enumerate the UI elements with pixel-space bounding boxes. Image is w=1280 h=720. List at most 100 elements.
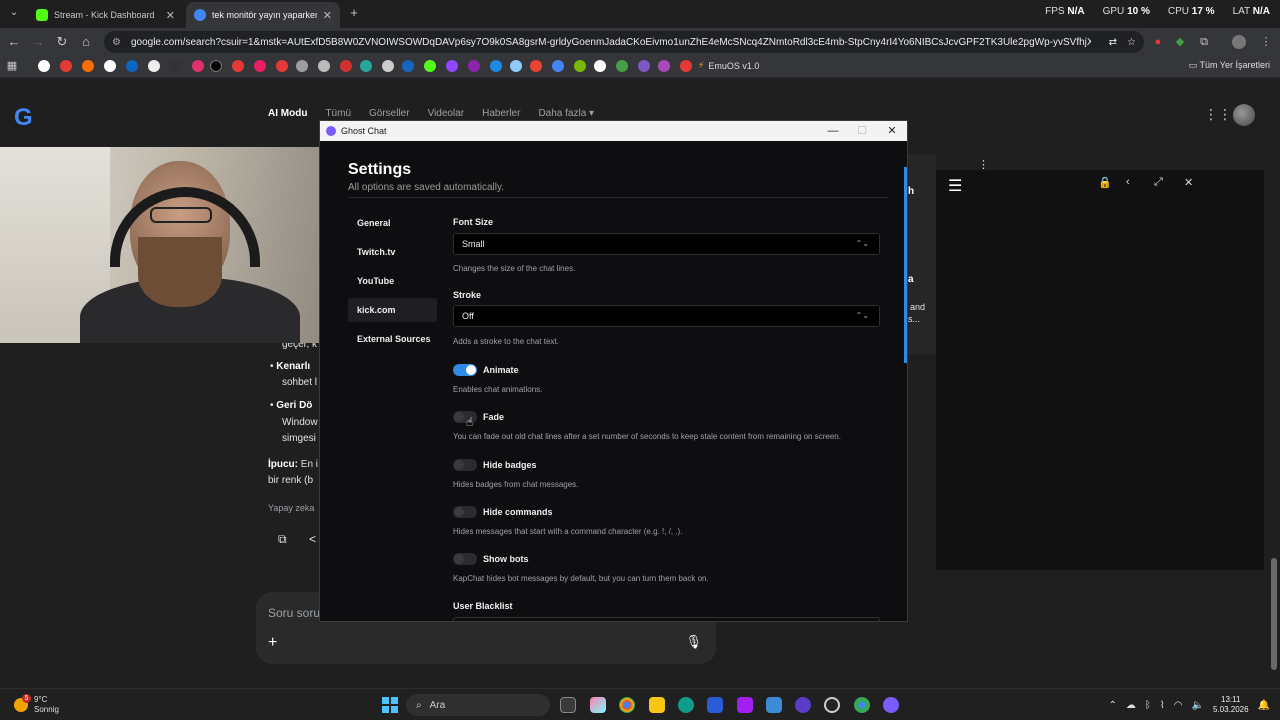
- store-icon[interactable]: [707, 697, 723, 713]
- chevron-up-icon[interactable]: ⌃: [1108, 700, 1116, 711]
- bookmark-y-icon[interactable]: [82, 60, 94, 72]
- bookmark-twitch-icon[interactable]: [446, 60, 458, 72]
- google-apps-icon[interactable]: ⋮⋮: [1204, 106, 1232, 123]
- minimize-icon[interactable]: —: [818, 123, 848, 139]
- bookmark-magenta-icon[interactable]: [658, 60, 670, 72]
- reload-icon[interactable]: ↻: [54, 34, 70, 50]
- bookmark-youtube-icon[interactable]: [60, 60, 72, 72]
- wifi-icon[interactable]: ◠: [1174, 700, 1183, 711]
- add-icon[interactable]: +: [268, 634, 277, 652]
- bookmark-pink-icon[interactable]: [254, 60, 266, 72]
- bookmark-google-2-icon[interactable]: [104, 60, 116, 72]
- bookmark-info-icon[interactable]: [148, 60, 160, 72]
- extension-record-icon[interactable]: ●: [1150, 34, 1166, 50]
- bookmark-kick-icon[interactable]: [424, 60, 436, 72]
- more-menu-icon[interactable]: ⋮: [1258, 34, 1274, 50]
- close-icon[interactable]: ✕: [1184, 176, 1193, 189]
- bookmark-violet-icon[interactable]: [638, 60, 650, 72]
- hide-commands-toggle[interactable]: [453, 506, 477, 518]
- animate-toggle[interactable]: [453, 364, 477, 376]
- bookmark-red-2-icon[interactable]: [276, 60, 288, 72]
- tab-search-icon[interactable]: ⌄: [6, 5, 22, 21]
- bookmark-nvidia-icon[interactable]: [574, 60, 586, 72]
- task-view-icon[interactable]: [560, 697, 576, 713]
- chrome-icon[interactable]: [619, 697, 635, 713]
- bookmark-nhl-icon[interactable]: [402, 60, 414, 72]
- show-bots-toggle[interactable]: [453, 553, 477, 565]
- volume-icon[interactable]: 🔈: [1192, 700, 1204, 711]
- nav-general[interactable]: General: [348, 211, 437, 235]
- hide-badges-toggle[interactable]: [453, 459, 477, 471]
- bookmark-teal-icon[interactable]: [360, 60, 372, 72]
- chrome-2-icon[interactable]: [854, 697, 870, 713]
- scroll-accent-bar[interactable]: [904, 167, 907, 363]
- bookmark-gmail-icon[interactable]: [530, 60, 542, 72]
- forward-arrow-icon[interactable]: →: [30, 34, 46, 50]
- notifications-icon[interactable]: 🔔: [1258, 700, 1270, 711]
- nav-ai-mode[interactable]: AI Modu: [268, 108, 307, 119]
- onedrive-icon[interactable]: ☁: [1126, 700, 1136, 711]
- bluetooth-icon[interactable]: ᛒ: [1145, 700, 1151, 711]
- google-logo[interactable]: G: [14, 104, 33, 132]
- app-purple-icon[interactable]: [737, 697, 753, 713]
- app-circle-icon[interactable]: [795, 697, 811, 713]
- nav-videos[interactable]: Videolar: [428, 108, 465, 119]
- nav-all[interactable]: Tümü: [325, 108, 351, 119]
- nav-twitch[interactable]: Twitch.tv: [348, 240, 437, 264]
- back-arrow-icon[interactable]: ←: [6, 34, 22, 50]
- maximize-icon[interactable]: ☐: [847, 123, 877, 139]
- window-titlebar[interactable]: Ghost Chat — ☐ ✕: [320, 121, 907, 141]
- close-icon[interactable]: ✕: [877, 123, 907, 139]
- bookmark-purple-icon[interactable]: [468, 60, 480, 72]
- bookmark-green-icon[interactable]: [616, 60, 628, 72]
- share-icon[interactable]: <: [309, 532, 316, 547]
- bookmark-flag-icon[interactable]: [340, 60, 352, 72]
- obs-icon[interactable]: [824, 697, 840, 713]
- bookmark-a-icon[interactable]: [382, 60, 394, 72]
- all-bookmarks-folder[interactable]: ▭ Tüm Yer İşaretleri: [1189, 60, 1270, 71]
- nav-youtube[interactable]: YouTube: [348, 269, 437, 293]
- bookmark-google-icon[interactable]: [38, 60, 50, 72]
- bookmark-x-icon[interactable]: [210, 60, 222, 72]
- bookmark-blue-icon[interactable]: [490, 60, 502, 72]
- lock-icon[interactable]: 🔒: [1098, 176, 1112, 189]
- nav-kick[interactable]: kick.com: [348, 298, 437, 322]
- fade-toggle[interactable]: [453, 411, 477, 423]
- new-tab-button[interactable]: +: [346, 5, 362, 21]
- close-icon[interactable]: ✕: [323, 9, 332, 22]
- bookmark-tomato-icon[interactable]: [680, 60, 692, 72]
- edge-icon[interactable]: [678, 697, 694, 713]
- app-blue-icon[interactable]: [766, 697, 782, 713]
- bookmark-emuos[interactable]: ⚡ EmuOS v1.0: [698, 60, 759, 71]
- font-size-select[interactable]: Small ⌃⌄: [453, 233, 880, 255]
- expand-icon[interactable]: ⤢: [1154, 176, 1163, 189]
- translate-icon[interactable]: ⇄: [1109, 37, 1117, 48]
- bookmark-docs-icon[interactable]: [552, 60, 564, 72]
- taskbar-clock[interactable]: 13:11 5.03.2026: [1213, 695, 1249, 715]
- chevron-left-icon[interactable]: ‹: [1126, 176, 1130, 188]
- taskbar-search[interactable]: ⌕ Ara: [406, 694, 550, 716]
- ghost-chat-taskbar-icon[interactable]: [883, 697, 899, 713]
- bookmark-star-icon[interactable]: ☆: [1127, 37, 1136, 48]
- nav-more[interactable]: Daha fazla ▾: [538, 108, 594, 119]
- home-icon[interactable]: ⌂: [78, 34, 94, 50]
- bookmark-globe-icon[interactable]: [318, 60, 330, 72]
- close-icon[interactable]: ✕: [166, 9, 175, 22]
- site-info-icon[interactable]: ⚙: [112, 37, 121, 48]
- address-bar[interactable]: ⚙ google.com/search?csuir=1&mstk=AUtExfD…: [104, 31, 1144, 53]
- copilot-icon[interactable]: [590, 697, 606, 713]
- scrollbar-thumb[interactable]: [1271, 558, 1277, 670]
- user-blacklist-input[interactable]: [453, 617, 880, 621]
- file-explorer-icon[interactable]: [649, 697, 665, 713]
- bookmark-gray-icon[interactable]: [296, 60, 308, 72]
- copy-icon[interactable]: ⧉: [278, 532, 287, 547]
- bookmark-upwork-icon[interactable]: [170, 60, 182, 72]
- profile-avatar[interactable]: [1232, 35, 1246, 49]
- bookmark-linkedin-icon[interactable]: [126, 60, 138, 72]
- bookmark-github-icon[interactable]: [594, 60, 606, 72]
- nav-external-sources[interactable]: External Sources: [348, 327, 437, 351]
- avatar[interactable]: [1233, 104, 1255, 126]
- apps-grid-icon[interactable]: ▦: [4, 58, 20, 74]
- stroke-select[interactable]: Off ⌃⌄: [453, 305, 880, 327]
- hamburger-menu-icon[interactable]: ☰: [948, 176, 962, 196]
